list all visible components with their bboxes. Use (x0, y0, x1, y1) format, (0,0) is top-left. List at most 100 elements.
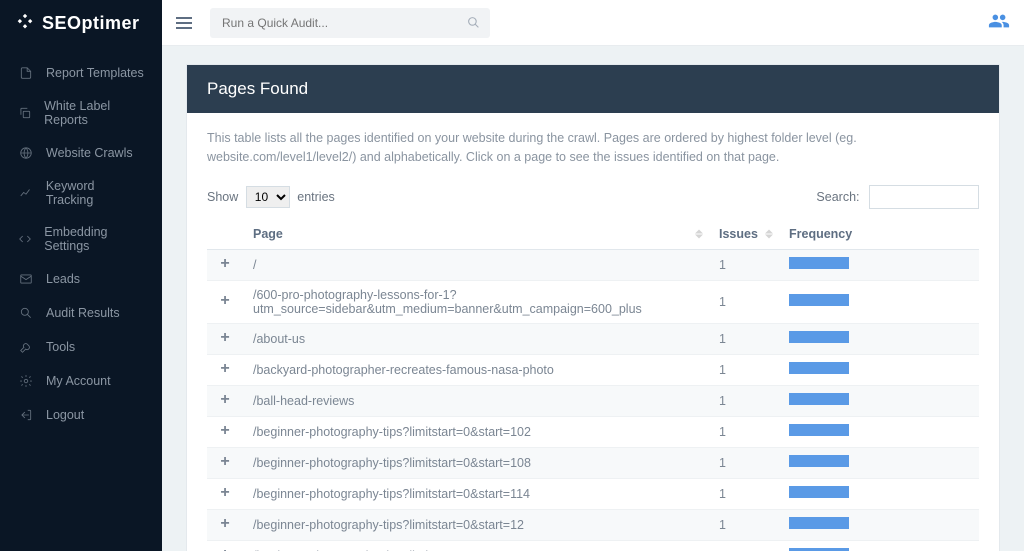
frequency-bar (789, 486, 849, 498)
cell-page: /backyard-photographer-recreates-famous-… (243, 354, 709, 385)
sidebar-item-logout[interactable]: Logout (0, 398, 162, 432)
search-icon (18, 305, 34, 321)
cell-issues: 1 (709, 540, 779, 551)
quick-audit-input[interactable] (210, 8, 490, 38)
cell-page: /beginner-photography-tips?limitstart=0&… (243, 509, 709, 540)
cell-frequency (779, 249, 979, 280)
entries-selector: Show 10 entries (207, 186, 335, 208)
cell-page: / (243, 249, 709, 280)
sidebar-item-my-account[interactable]: My Account (0, 364, 162, 398)
table-row[interactable]: + /backyard-photographer-recreates-famous… (207, 354, 979, 385)
sidebar-nav: Report TemplatesWhite Label ReportsWebsi… (0, 46, 162, 432)
sidebar-item-tools[interactable]: Tools (0, 330, 162, 364)
cell-page: /beginner-photography-tips?limitstart=0&… (243, 447, 709, 478)
expand-icon[interactable]: + (217, 257, 233, 273)
wrench-icon (18, 339, 34, 355)
sidebar-item-white-label-reports[interactable]: White Label Reports (0, 90, 162, 136)
cell-frequency (779, 416, 979, 447)
expand-icon[interactable]: + (217, 393, 233, 409)
search-icon[interactable] (467, 16, 480, 32)
topbar (162, 0, 1024, 46)
cell-frequency (779, 509, 979, 540)
sidebar-item-website-crawls[interactable]: Website Crawls (0, 136, 162, 170)
cell-page: /600-pro-photography-lessons-for-1?utm_s… (243, 280, 709, 323)
frequency-bar (789, 257, 849, 269)
cell-frequency (779, 323, 979, 354)
cell-issues: 1 (709, 478, 779, 509)
frequency-bar (789, 455, 849, 467)
mail-icon (18, 271, 34, 287)
col-expand (207, 219, 243, 250)
content-area: Pages Found This table lists all the pag… (162, 46, 1024, 551)
cell-page: /ball-head-reviews (243, 385, 709, 416)
expand-icon[interactable]: + (217, 455, 233, 471)
cell-issues: 1 (709, 354, 779, 385)
globe-icon (18, 145, 34, 161)
cell-issues: 1 (709, 385, 779, 416)
frequency-bar (789, 393, 849, 405)
gear-icon (18, 373, 34, 389)
logout-icon (18, 407, 34, 423)
sidebar-item-keyword-tracking[interactable]: Keyword Tracking (0, 170, 162, 216)
table-row[interactable]: + /beginner-photography-tips?limitstart=0… (207, 540, 979, 551)
sidebar-item-report-templates[interactable]: Report Templates (0, 56, 162, 90)
expand-icon[interactable]: + (217, 331, 233, 347)
entries-select[interactable]: 10 (246, 186, 290, 208)
col-issues[interactable]: Issues (709, 219, 779, 250)
cell-page: /beginner-photography-tips?limitstart=0&… (243, 478, 709, 509)
table-row[interactable]: + /beginner-photography-tips?limitstart=0… (207, 478, 979, 509)
sidebar-item-leads[interactable]: Leads (0, 262, 162, 296)
col-page[interactable]: Page (243, 219, 709, 250)
frequency-bar (789, 424, 849, 436)
quick-audit-search (210, 8, 490, 38)
cell-frequency (779, 540, 979, 551)
table-row[interactable]: + /ball-head-reviews1 (207, 385, 979, 416)
table-row[interactable]: + /beginner-photography-tips?limitstart=0… (207, 447, 979, 478)
pages-table: Page Issues Frequency +/1+/600-pro-photo… (207, 219, 979, 551)
logo-icon (14, 12, 36, 34)
menu-toggle-icon[interactable] (176, 14, 192, 32)
cell-frequency (779, 354, 979, 385)
table-row[interactable]: + /600-pro-photography-lessons-for-1?utm_… (207, 280, 979, 323)
panel-title: Pages Found (187, 65, 999, 113)
table-search-input[interactable] (869, 185, 979, 209)
expand-icon[interactable]: + (217, 362, 233, 378)
frequency-bar (789, 362, 849, 374)
code-icon (18, 231, 32, 247)
frequency-bar (789, 331, 849, 343)
brand-logo[interactable]: SEOptimer (0, 0, 162, 46)
line-icon (18, 185, 34, 201)
expand-icon[interactable]: + (217, 486, 233, 502)
brand-name: SEOptimer (42, 13, 140, 34)
pages-found-panel: Pages Found This table lists all the pag… (186, 64, 1000, 551)
cell-frequency (779, 447, 979, 478)
panel-description: This table lists all the pages identifie… (207, 129, 979, 167)
file-icon (18, 65, 34, 81)
cell-issues: 1 (709, 416, 779, 447)
expand-icon[interactable]: + (217, 548, 233, 551)
table-row[interactable]: + /beginner-photography-tips?limitstart=0… (207, 509, 979, 540)
cell-issues: 1 (709, 447, 779, 478)
table-search: Search: (816, 185, 979, 209)
cell-issues: 1 (709, 323, 779, 354)
cell-issues: 1 (709, 509, 779, 540)
expand-icon[interactable]: + (217, 424, 233, 440)
cell-issues: 1 (709, 280, 779, 323)
cell-page: /about-us (243, 323, 709, 354)
table-row[interactable]: + /1 (207, 249, 979, 280)
expand-icon[interactable]: + (217, 517, 233, 533)
cell-page: /beginner-photography-tips?limitstart=0&… (243, 416, 709, 447)
cell-issues: 1 (709, 249, 779, 280)
cell-page: /beginner-photography-tips?limitstart=0&… (243, 540, 709, 551)
copy-icon (18, 105, 32, 121)
table-row[interactable]: + /about-us1 (207, 323, 979, 354)
frequency-bar (789, 517, 849, 529)
sidebar-item-audit-results[interactable]: Audit Results (0, 296, 162, 330)
sidebar-item-embedding-settings[interactable]: Embedding Settings (0, 216, 162, 262)
table-row[interactable]: + /beginner-photography-tips?limitstart=0… (207, 416, 979, 447)
cell-frequency (779, 385, 979, 416)
users-icon[interactable] (988, 20, 1010, 35)
expand-icon[interactable]: + (217, 294, 233, 310)
col-frequency[interactable]: Frequency (779, 219, 979, 250)
cell-frequency (779, 478, 979, 509)
